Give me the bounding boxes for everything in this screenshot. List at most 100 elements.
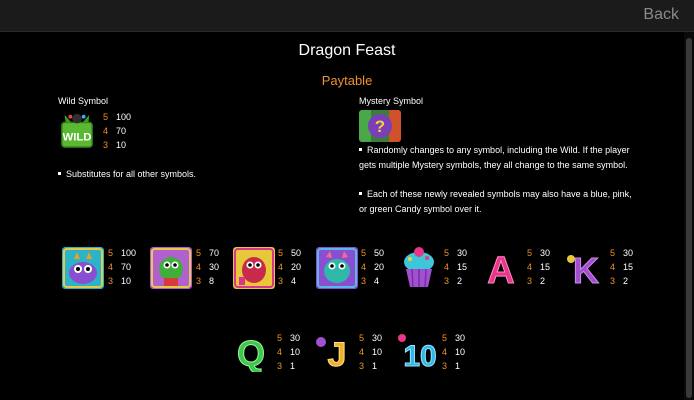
pay-count: 4 <box>278 262 284 272</box>
paytable-heading: Paytable <box>321 73 373 88</box>
pay-row: 5 100 <box>103 110 131 124</box>
pay-count: 3 <box>196 276 202 286</box>
pay-count: 4 <box>610 262 616 272</box>
svg-text:?: ? <box>375 117 385 136</box>
pay-count: 5 <box>103 112 109 122</box>
dragon-purple-symbol-icon <box>62 247 104 289</box>
pay-value: 1 <box>290 361 296 371</box>
pay-row: 32 <box>444 274 467 288</box>
pay-count: 4 <box>442 347 448 357</box>
pay-row: 5 30 <box>610 246 633 260</box>
pay-row: 5 30 <box>444 246 467 260</box>
pay-count: 4 <box>103 126 109 136</box>
wild-symbol-label: Wild Symbol <box>58 96 109 106</box>
pay-count: 3 <box>277 361 283 371</box>
pay-value: 15 <box>540 262 551 272</box>
pay-value: 8 <box>209 276 215 286</box>
pay-row: 32 <box>527 274 550 288</box>
pay-row: 4 30 <box>196 260 219 274</box>
pay-row: 4 15 <box>527 260 550 274</box>
letter-k-symbol-icon: K <box>565 245 603 289</box>
pay-value: 4 <box>374 276 380 286</box>
svg-text:A: A <box>487 250 514 289</box>
symbol-pays: 5 30 4 15 32 <box>444 246 467 288</box>
top-bar: Back <box>0 0 694 32</box>
pay-value: 70 <box>209 248 220 258</box>
pay-value: 10 <box>290 347 301 357</box>
svg-text:J: J <box>328 336 347 372</box>
symbol-pays: 5 30 4 10 31 <box>359 331 382 373</box>
pay-value: 70 <box>116 126 127 136</box>
pay-value: 70 <box>121 262 132 272</box>
pay-value: 10 <box>372 347 383 357</box>
pay-value: 30 <box>372 333 383 343</box>
pay-value: 1 <box>372 361 378 371</box>
svg-text:WILD: WILD <box>62 131 91 143</box>
pay-value: 10 <box>455 347 466 357</box>
mystery-bullet-2: Each of these newly revealed symbols may… <box>359 187 639 216</box>
pay-count: 3 <box>442 361 448 371</box>
pay-count: 5 <box>527 248 533 258</box>
pay-row: 31 <box>359 359 382 373</box>
pay-value: 20 <box>291 262 302 272</box>
pay-count: 5 <box>610 248 616 258</box>
cupcake-symbol-icon <box>399 245 439 289</box>
pay-value: 2 <box>457 276 463 286</box>
pay-count: 3 <box>359 361 365 371</box>
number-10-symbol-icon: 10 <box>396 330 440 372</box>
pay-row: 5 30 <box>277 331 300 345</box>
pay-count: 5 <box>108 248 114 258</box>
symbol-pays: 5 30 4 15 32 <box>610 246 633 288</box>
pay-row: 3 10 <box>103 138 131 152</box>
scrollbar-thumb[interactable] <box>686 38 692 398</box>
pay-count: 4 <box>108 262 114 272</box>
symbol-pays: 5 70 4 30 38 <box>196 246 219 288</box>
pay-row: 5 50 <box>361 246 384 260</box>
pay-row: 4 15 <box>444 260 467 274</box>
pay-value: 30 <box>209 262 220 272</box>
pay-value: 2 <box>623 276 629 286</box>
pay-row: 31 <box>442 359 465 373</box>
pay-count: 5 <box>278 248 284 258</box>
pay-value: 100 <box>121 248 137 258</box>
pay-value: 20 <box>374 262 385 272</box>
pay-count: 3 <box>361 276 367 286</box>
pay-row: 5 50 <box>278 246 301 260</box>
svg-text:K: K <box>573 250 599 289</box>
pay-count: 4 <box>359 347 365 357</box>
pay-row: 4 20 <box>278 260 301 274</box>
bullet-dot <box>359 148 362 152</box>
pay-row: 4 10 <box>442 345 465 359</box>
symbol-pays: 5 100 4 70 3 10 <box>108 246 136 288</box>
page-title: Dragon Feast <box>298 42 396 59</box>
symbol-pays: 5 50 4 20 34 <box>278 246 301 288</box>
pay-row: 4 70 <box>108 260 136 274</box>
pay-row: 4 10 <box>277 345 300 359</box>
pay-row: 4 70 <box>103 124 131 138</box>
pay-count: 3 <box>527 276 533 286</box>
pay-value: 30 <box>623 248 634 258</box>
letter-j-symbol-icon: J <box>314 330 354 372</box>
pay-value: 4 <box>291 276 297 286</box>
pay-count: 3 <box>103 140 109 150</box>
pay-row: 4 20 <box>361 260 384 274</box>
back-button[interactable]: Back <box>643 6 679 24</box>
mystery-bullet-1: Randomly changes to any symbol, includin… <box>359 143 639 172</box>
pay-row: 4 15 <box>610 260 633 274</box>
pay-row: 34 <box>361 274 384 288</box>
letter-a-symbol-icon: A <box>482 245 520 290</box>
pay-value: 30 <box>290 333 301 343</box>
pay-row: 5 30 <box>359 331 382 345</box>
pay-value: 15 <box>623 262 634 272</box>
pay-count: 5 <box>442 333 448 343</box>
pay-count: 3 <box>108 276 114 286</box>
pay-value: 30 <box>455 333 466 343</box>
bullet-dot <box>58 172 61 176</box>
pay-count: 4 <box>277 347 283 357</box>
pay-value: 10 <box>121 276 132 286</box>
letter-q-symbol-icon: Q <box>231 330 271 373</box>
pay-count: 4 <box>527 262 533 272</box>
svg-text:10: 10 <box>403 340 436 372</box>
pay-value: 15 <box>457 262 468 272</box>
pay-value: 2 <box>540 276 546 286</box>
